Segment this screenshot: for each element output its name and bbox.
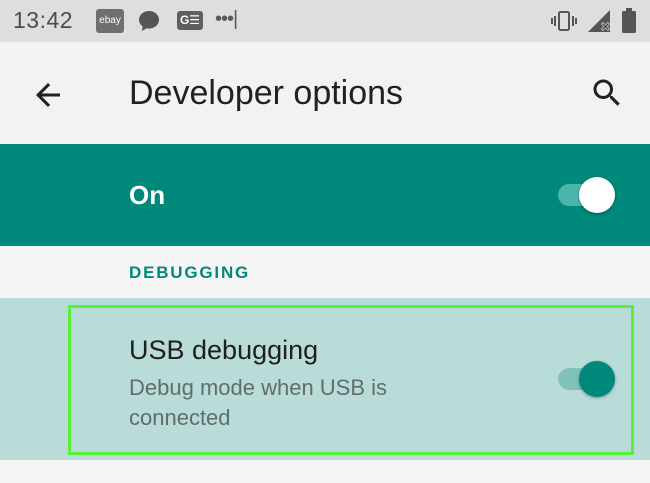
page-title: Developer options [129, 74, 404, 112]
toolbar: Developer options [0, 42, 650, 144]
signal-icon [586, 8, 612, 39]
arrow-back-icon[interactable] [30, 77, 66, 113]
status-bar: 13:42 ebay G☰ •••| [0, 0, 650, 42]
vibrate-icon [551, 9, 577, 38]
usb-debugging-title: USB debugging [129, 335, 319, 365]
toggle-thumb [579, 177, 615, 213]
message-icon [137, 9, 161, 38]
news-icon: G☰ [177, 11, 203, 30]
list-spacer [0, 460, 650, 483]
toggle-thumb [579, 361, 615, 397]
search-icon[interactable] [589, 75, 625, 111]
developer-options-master-switch[interactable]: On [0, 144, 650, 246]
master-switch-label: On [129, 180, 166, 210]
section-header: DEBUGGING [0, 246, 650, 298]
clock: 13:42 [13, 7, 74, 33]
usb-debugging-setting[interactable]: USB debugging Debug mode when USB is con… [0, 298, 650, 460]
usb-debugging-summary: Debug mode when USB is connected [129, 375, 388, 430]
battery-icon [621, 8, 637, 39]
more-notifications-icon: •••| [215, 8, 238, 30]
section-header-label: DEBUGGING [129, 263, 251, 282]
ebay-icon: ebay [96, 9, 124, 33]
